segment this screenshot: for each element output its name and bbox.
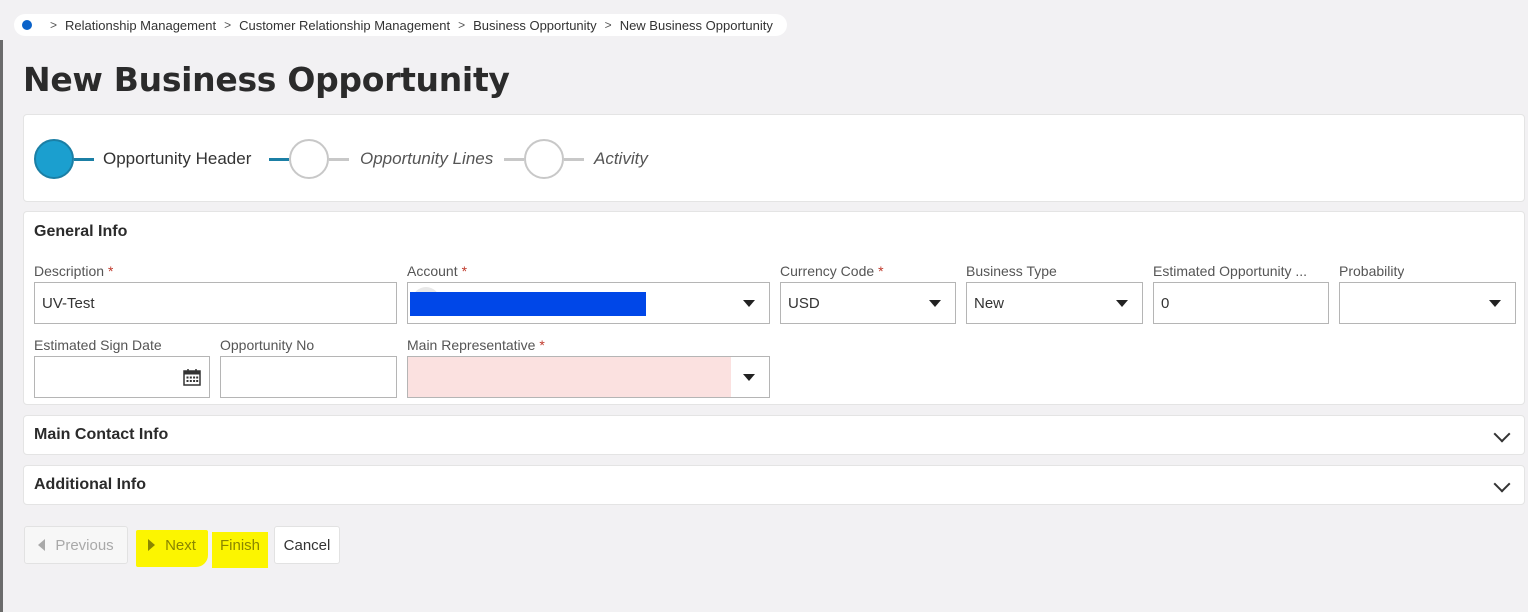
breadcrumb-business-opportunity[interactable]: Business Opportunity	[473, 18, 597, 33]
account-select[interactable]	[407, 282, 770, 324]
required-error-fill	[408, 357, 731, 397]
step-opportunity-header-indicator[interactable]	[34, 139, 74, 179]
step-opportunity-lines-indicator[interactable]	[289, 139, 329, 179]
general-info-section: General Info Description * Account * Curre…	[23, 211, 1525, 405]
estimated-opportunity-label: Estimated Opportunity ...	[1153, 263, 1308, 279]
chevron-down-icon[interactable]	[1493, 425, 1511, 443]
next-button[interactable]: Next	[138, 526, 206, 564]
page-title: New Business Opportunity	[23, 60, 510, 99]
step-connector	[329, 158, 349, 161]
description-label: Description *	[34, 263, 114, 279]
cancel-button[interactable]: Cancel	[274, 526, 340, 564]
main-representative-select[interactable]	[407, 356, 770, 398]
step-opportunity-lines-label[interactable]: Opportunity Lines	[360, 149, 493, 169]
breadcrumb-customer-relationship-management[interactable]: Customer Relationship Management	[239, 18, 450, 33]
chevron-right-icon: >	[50, 18, 58, 32]
additional-info-section[interactable]: Additional Info	[23, 465, 1525, 505]
breadcrumb-relationship-management[interactable]: Relationship Management	[65, 18, 216, 33]
calendar-icon[interactable]	[183, 368, 201, 386]
chevron-right-icon: >	[224, 18, 232, 32]
probability-label: Probability	[1339, 263, 1405, 279]
step-opportunity-header-label[interactable]: Opportunity Header	[103, 149, 251, 169]
caret-right-icon	[148, 539, 156, 551]
step-connector	[564, 158, 584, 161]
probability-select[interactable]	[1339, 282, 1516, 324]
step-connector	[504, 158, 524, 161]
caret-down-icon[interactable]	[1489, 300, 1501, 307]
main-representative-label: Main Representative *	[407, 337, 545, 353]
caret-down-icon[interactable]	[743, 374, 755, 381]
main-contact-info-section[interactable]: Main Contact Info	[23, 415, 1525, 455]
chevron-right-icon: >	[458, 18, 466, 32]
caret-down-icon[interactable]	[1116, 300, 1128, 307]
currency-code-label: Currency Code *	[780, 263, 884, 279]
opportunity-no-label: Opportunity No	[220, 337, 315, 353]
description-field[interactable]: UV-Test	[34, 282, 397, 324]
estimated-sign-date-label: Estimated Sign Date	[34, 337, 162, 353]
left-edge-bar	[0, 40, 3, 612]
redacted-account-value	[410, 292, 646, 316]
general-info-title: General Info	[34, 223, 128, 240]
estimated-sign-date-field[interactable]	[34, 356, 210, 398]
breadcrumb: > Relationship Management > Customer Rel…	[14, 14, 787, 36]
business-type-select[interactable]: New	[966, 282, 1143, 324]
breadcrumb-new-business-opportunity: New Business Opportunity	[619, 17, 773, 33]
wizard-stepper: Opportunity Header Opportunity Lines Act…	[23, 114, 1525, 202]
caret-down-icon[interactable]	[929, 300, 941, 307]
chevron-down-icon[interactable]	[1493, 475, 1511, 493]
estimated-opportunity-field[interactable]: 0	[1153, 282, 1329, 324]
step-connector	[74, 158, 94, 161]
step-activity-indicator[interactable]	[524, 139, 564, 179]
chevron-right-icon: >	[604, 18, 612, 32]
home-icon[interactable]	[22, 20, 32, 30]
caret-down-icon[interactable]	[743, 300, 755, 307]
previous-button[interactable]: Previous	[24, 526, 128, 564]
currency-code-select[interactable]: USD	[780, 282, 956, 324]
additional-info-title[interactable]: Additional Info	[34, 476, 146, 494]
step-activity-label[interactable]: Activity	[594, 149, 648, 169]
account-label: Account *	[407, 263, 468, 279]
caret-left-icon	[38, 539, 46, 551]
finish-button[interactable]: Finish	[212, 526, 268, 564]
opportunity-no-field[interactable]	[220, 356, 397, 398]
step-connector	[269, 158, 289, 161]
main-contact-info-title[interactable]: Main Contact Info	[34, 426, 168, 444]
business-type-label: Business Type	[966, 263, 1057, 279]
